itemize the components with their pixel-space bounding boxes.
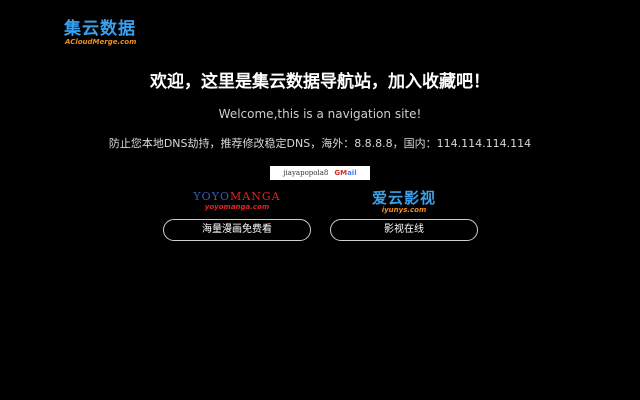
logo-chinese-text: 集云数据: [64, 19, 136, 39]
iyunys-logo[interactable]: 爱云影视 iyunys.com: [330, 190, 478, 216]
gmail-mark-a: GM: [334, 169, 348, 177]
yoyomanga-logo-url: yoyomanga.com: [204, 203, 270, 211]
iyunys-button[interactable]: 影视在线: [330, 219, 478, 241]
gmail-mark-b: ail: [347, 169, 357, 177]
yoyomanga-logo[interactable]: YOYOMANGA yoyomanga.com: [163, 190, 311, 216]
site-logo[interactable]: 集云数据 ACloudMerge.com: [64, 20, 136, 46]
welcome-subline: Welcome,this is a navigation site!: [218, 107, 422, 121]
contact-email-image: jiayapopola8 GMail: [270, 166, 370, 180]
yoyomanga-logo-a: YOYO: [193, 190, 230, 203]
email-user: jiayapopola8: [283, 169, 329, 177]
page: 集云数据 ACloudMerge.com 欢迎，这里是集云数据导航站，加入收藏吧…: [0, 0, 640, 400]
site-card-iyunys: 爱云影视 iyunys.com 影视在线: [330, 190, 478, 242]
site-card-yoyomanga: YOYOMANGA yoyomanga.com 海量漫画免费看: [163, 190, 311, 242]
dns-notice: 防止您本地DNS劫持，推荐修改稳定DNS，海外：8.8.8.8，国内：114.1…: [108, 137, 532, 150]
iyunys-logo-title: 爱云影视: [371, 189, 436, 207]
yoyomanga-logo-title: YOYOMANGA: [163, 190, 311, 203]
yoyomanga-button[interactable]: 海量漫画免费看: [163, 219, 311, 241]
iyunys-logo-url: iyunys.com: [381, 206, 427, 214]
logo-english-text: ACloudMerge.com: [65, 38, 137, 46]
welcome-headline: 欢迎，这里是集云数据导航站，加入收藏吧！: [150, 72, 490, 92]
yoyomanga-logo-b: MANGA: [229, 190, 281, 203]
gmail-icon: GMail: [334, 169, 356, 177]
